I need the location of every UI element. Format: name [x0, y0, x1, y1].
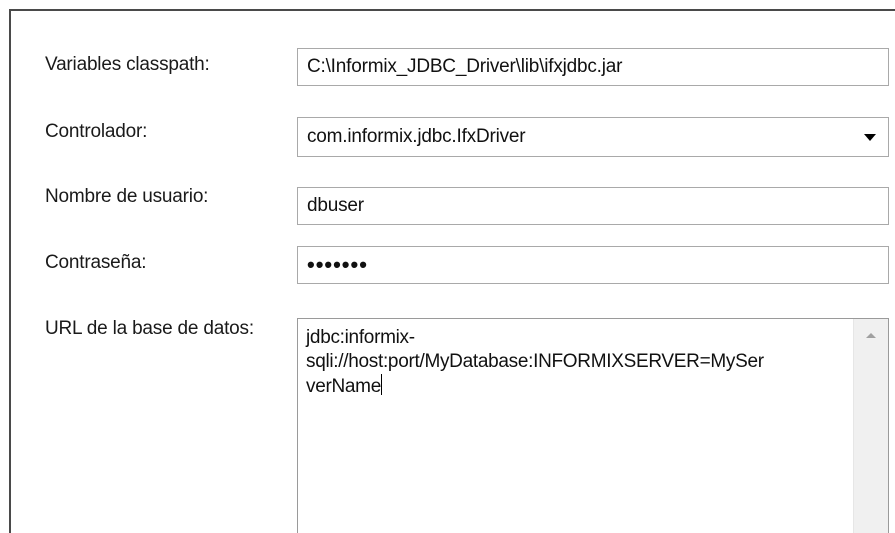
scroll-up-arrow-icon: [866, 333, 876, 338]
scroll-up-button[interactable]: [854, 319, 888, 353]
driver-select[interactable]: com.informix.jdbc.IfxDriver: [297, 117, 889, 157]
classpath-label: Variables classpath:: [45, 54, 210, 75]
password-input[interactable]: •••••••: [297, 246, 889, 284]
database-url-label: URL de la base de datos:: [45, 318, 254, 339]
database-url-textarea[interactable]: jdbc:informix- sqli://host:port/MyDataba…: [297, 318, 889, 533]
driver-label: Controlador:: [45, 121, 148, 142]
vertical-scrollbar[interactable]: [853, 319, 888, 533]
driver-select-value: com.informix.jdbc.IfxDriver: [307, 126, 526, 147]
password-label: Contraseña:: [45, 252, 147, 273]
username-input[interactable]: dbuser: [297, 187, 889, 225]
database-url-text: jdbc:informix- sqli://host:port/MyDataba…: [306, 326, 854, 399]
classpath-input[interactable]: C:\Informix_JDBC_Driver\lib\ifxjdbc.jar: [297, 48, 889, 86]
chevron-down-icon[interactable]: [864, 134, 876, 141]
text-caret: [380, 374, 382, 395]
username-label: Nombre de usuario:: [45, 186, 209, 207]
connection-settings-panel: Variables classpath: C:\Informix_JDBC_Dr…: [9, 9, 895, 533]
database-url-value: jdbc:informix- sqli://host:port/MyDataba…: [306, 327, 764, 397]
